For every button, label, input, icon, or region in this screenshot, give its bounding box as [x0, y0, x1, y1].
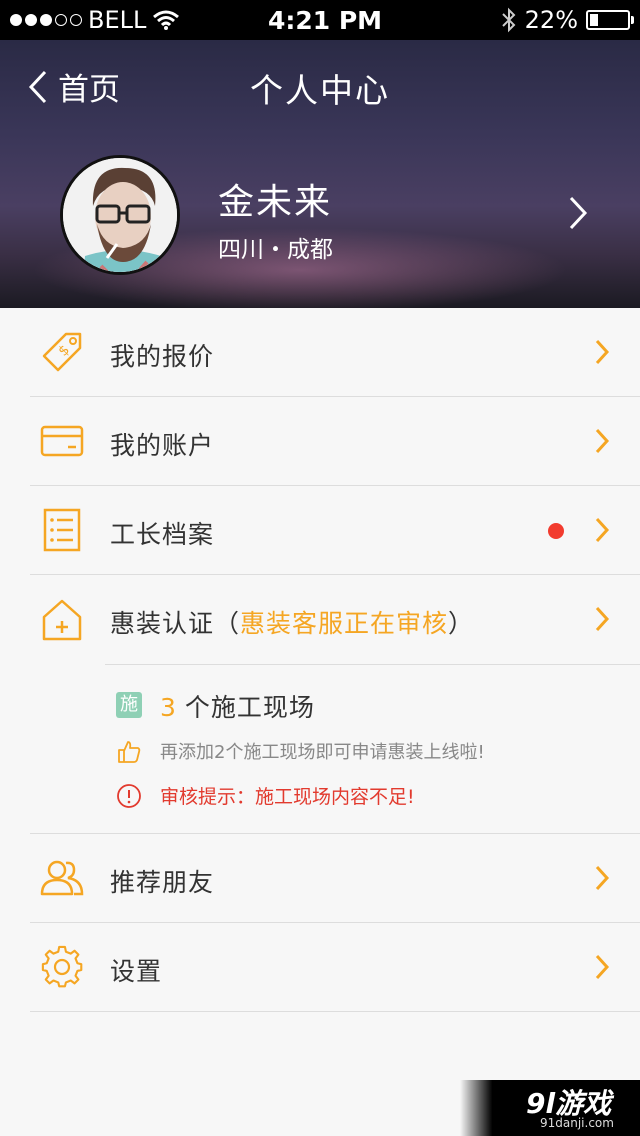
menu-item-account[interactable]: 我的账户 — [0, 397, 640, 486]
avatar-illustration — [63, 158, 177, 272]
gear-icon — [41, 945, 83, 988]
divider — [105, 664, 640, 665]
menu-label-archive: 工长档案 — [110, 520, 215, 549]
sites-count: 3 — [160, 693, 177, 722]
chevron-right-icon — [595, 428, 610, 454]
bluetooth-icon — [501, 7, 516, 33]
chevron-right-icon — [595, 606, 610, 632]
warning-line: 审核提示：施工现场内容不足! — [116, 782, 415, 809]
menu-item-settings[interactable]: 设置 — [0, 923, 640, 1012]
menu-item-friends[interactable]: 推荐朋友 — [0, 834, 640, 923]
sites-label: 个施工现场 — [184, 693, 315, 722]
menu-label-friends: 推荐朋友 — [110, 868, 215, 897]
menu-item-archive[interactable]: 工长档案 — [0, 486, 640, 575]
card-icon — [40, 425, 84, 457]
house-plus-icon — [42, 599, 82, 641]
profile-card[interactable]: 金未来 四川・成都 — [0, 155, 640, 280]
watermark-site: 91danji.com — [540, 1116, 614, 1130]
document-list-icon — [43, 508, 81, 552]
menu-label-settings: 设置 — [110, 957, 163, 986]
menu-label-certify: 惠装认证（惠装客服正在审核） — [110, 604, 474, 640]
certify-prefix: 惠装认证（ — [110, 609, 241, 638]
user-name: 金未来 — [218, 182, 333, 223]
divider — [30, 1011, 640, 1012]
certify-detail-panel: 施 3 个施工现场 再添加2个施工现场即可申请惠装上线啦! 审核提示：施工现场内容… — [0, 664, 640, 834]
certify-suffix: ） — [448, 609, 475, 638]
status-right: 22% — [470, 6, 634, 34]
chevron-right-icon — [595, 954, 610, 980]
sites-count-line: 3 个施工现场 — [160, 688, 315, 724]
status-time: 4:21 PM — [267, 5, 383, 35]
chevron-right-icon — [595, 517, 610, 543]
chevron-right-icon — [595, 865, 610, 891]
price-tag-icon: $ — [42, 332, 82, 372]
wifi-icon — [153, 10, 180, 30]
menu-label-quote: 我的报价 — [110, 342, 215, 371]
status-bar: BELL 4:21 PM 22% — [0, 0, 640, 40]
warning-text: 审核提示：施工现场内容不足! — [160, 786, 415, 808]
user-location: 四川・成都 — [218, 237, 333, 263]
signal-icon — [10, 14, 82, 26]
page-title: 个人中心 — [250, 71, 390, 110]
menu-item-certify[interactable]: 惠装认证（惠装客服正在审核） — [0, 575, 640, 664]
menu-label-account: 我的账户 — [110, 431, 215, 460]
nav-bar: 首页 个人中心 — [0, 40, 640, 128]
chevron-right-icon — [569, 196, 588, 230]
avatar[interactable] — [60, 155, 180, 275]
carrier-label: BELL — [88, 6, 147, 34]
users-icon — [40, 860, 84, 896]
info-icon — [117, 783, 141, 808]
construction-badge: 施 — [116, 692, 142, 718]
menu-list: $ 我的报价 我的账户 工长档案 惠装认证（惠装客服正在审核） 施 3 个施工现… — [0, 308, 640, 1012]
notification-dot — [548, 523, 564, 539]
certify-status: 惠装客服正在审核 — [240, 609, 449, 638]
hint-line: 再添加2个施工现场即可申请惠装上线啦! — [116, 738, 485, 764]
battery-level — [590, 14, 598, 26]
thumbs-up-icon — [118, 741, 141, 763]
chevron-right-icon — [595, 339, 610, 365]
hint-text: 再添加2个施工现场即可申请惠装上线啦! — [160, 742, 485, 763]
battery-percent: 22% — [524, 6, 578, 34]
profile-header: 首页 个人中心 金未来 四川・成都 — [0, 40, 640, 308]
battery-icon — [586, 10, 634, 30]
menu-item-quote[interactable]: $ 我的报价 — [0, 308, 640, 397]
watermark: 9l游戏 91danji.com — [460, 1080, 640, 1136]
